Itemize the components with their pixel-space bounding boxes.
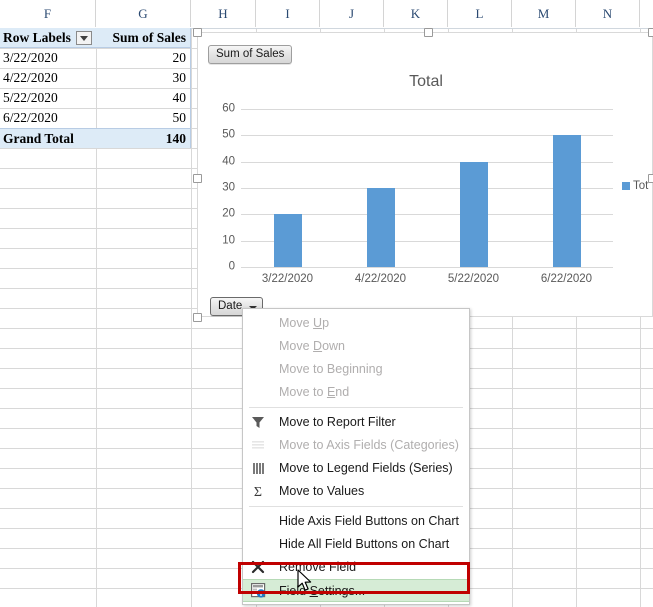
pivot-chart[interactable]: Sum of Sales Total 0 10 20 30 40 50 60 3/22/202… xyxy=(197,32,653,317)
menu-item-label: Move to Report Filter xyxy=(279,415,396,429)
column-header-j[interactable]: J xyxy=(320,0,384,27)
pivot-header-row: Row Labels Sum of Sales xyxy=(0,28,191,48)
chart-resize-handle-bottom-left[interactable] xyxy=(193,313,202,322)
x-axis-tick-label: 4/22/2020 xyxy=(354,273,407,285)
column-header-l[interactable]: L xyxy=(448,0,512,27)
chart-bar[interactable] xyxy=(459,161,488,267)
table-row[interactable]: 4/22/2020 30 xyxy=(0,68,191,88)
chart-bar[interactable] xyxy=(366,188,395,267)
column-header-m[interactable]: M xyxy=(512,0,576,27)
svg-text:Σ: Σ xyxy=(254,485,262,498)
menu-item-label: Hide Axis Field Buttons on Chart xyxy=(279,514,459,528)
y-axis-tick-label: 40 xyxy=(222,154,235,167)
field-settings-icon xyxy=(251,583,268,600)
y-axis-tick-label: 60 xyxy=(222,102,235,115)
field-button-sum-of-sales[interactable]: Sum of Sales xyxy=(208,45,293,64)
chart-resize-handle-top-center[interactable] xyxy=(424,28,433,37)
menu-item-move-to-values[interactable]: Σ Move to Values xyxy=(243,480,469,503)
menu-item-hide-all-field-buttons-on-chart[interactable]: Hide All Field Buttons on Chart xyxy=(243,533,469,556)
menu-item-label: Hide All Field Buttons on Chart xyxy=(279,537,450,551)
funnel-icon xyxy=(251,414,268,431)
filter-dropdown-icon[interactable] xyxy=(76,31,92,45)
menu-item-field-settings[interactable]: Field Settings... xyxy=(243,579,469,602)
y-axis-tick-label: 50 xyxy=(222,128,235,141)
menu-item-move-to-axis-fields-categories: Move to Axis Fields (Categories) xyxy=(243,434,469,457)
menu-item-remove-field[interactable]: Remove Field xyxy=(243,556,469,579)
y-axis-tick-label: 30 xyxy=(222,181,235,194)
legend-fields-icon xyxy=(251,460,268,477)
menu-item-label: Move to End xyxy=(279,385,350,399)
column-header-i[interactable]: I xyxy=(256,0,320,27)
table-row[interactable]: 5/22/2020 40 xyxy=(0,88,191,108)
pivot-row-value: 50 xyxy=(172,110,187,125)
chart-legend[interactable]: Tot xyxy=(622,180,648,192)
chart-resize-handle-top-left[interactable] xyxy=(193,28,202,37)
table-row[interactable]: 6/22/2020 50 xyxy=(0,108,191,128)
axis-fields-icon xyxy=(251,437,268,454)
chart-bar[interactable] xyxy=(273,214,302,267)
pivot-row-label: 6/22/2020 xyxy=(3,110,58,125)
grid-column-line xyxy=(191,28,192,607)
column-header-g[interactable]: G xyxy=(96,0,191,27)
pivot-row-value: 20 xyxy=(172,50,187,65)
pivot-row-label: 3/22/2020 xyxy=(3,50,58,65)
menu-item-hide-axis-field-buttons-on-chart[interactable]: Hide Axis Field Buttons on Chart xyxy=(243,510,469,533)
column-header-n[interactable]: N xyxy=(576,0,640,27)
y-axis-tick-label: 20 xyxy=(222,207,235,220)
menu-item-label: Remove Field xyxy=(279,560,357,574)
menu-item-label: Move Up xyxy=(279,316,330,330)
x-icon xyxy=(251,559,268,576)
menu-item-move-to-report-filter[interactable]: Move to Report Filter xyxy=(243,411,469,434)
menu-item-label: Move to Axis Fields (Categories) xyxy=(279,438,459,452)
menu-item-label: Move to Values xyxy=(279,484,365,498)
pivot-header-sum-of-sales: Sum of Sales xyxy=(112,30,186,45)
menu-item-label: Field Settings... xyxy=(279,584,366,598)
chart-gridline xyxy=(241,109,613,110)
legend-swatch-icon xyxy=(622,182,630,190)
pivot-field-context-menu[interactable]: Move Up Move Down Move to Beginning Move to… xyxy=(242,308,470,605)
chart-resize-handle-middle-right[interactable] xyxy=(648,174,653,183)
menu-separator xyxy=(249,407,463,408)
menu-item-label: Move to Beginning xyxy=(279,362,383,376)
menu-item-move-to-beginning: Move to Beginning xyxy=(243,358,469,381)
chart-gridline xyxy=(241,267,613,268)
chart-resize-handle-middle-left[interactable] xyxy=(193,174,202,183)
pivot-row-value: 30 xyxy=(172,70,187,85)
pivot-grand-total-row: Grand Total 140 xyxy=(0,128,191,148)
legend-label: Tot xyxy=(633,180,649,192)
pivot-row-value: 40 xyxy=(172,90,187,105)
field-button-date-label: Date xyxy=(218,300,243,312)
x-axis-tick-label: 5/22/2020 xyxy=(447,273,500,285)
menu-item-move-to-legend-fields-series[interactable]: Move to Legend Fields (Series) xyxy=(243,457,469,480)
column-header-f[interactable]: F xyxy=(0,0,96,27)
x-axis-tick-label: 3/22/2020 xyxy=(261,273,314,285)
column-header-k[interactable]: K xyxy=(384,0,448,27)
table-row[interactable]: 3/22/2020 20 xyxy=(0,48,191,68)
menu-item-move-to-end: Move to End xyxy=(243,381,469,404)
chart-plot-area: 0 10 20 30 40 50 60 3/22/2020 4/22/2020 5/22/2020… xyxy=(222,103,613,285)
menu-item-move-up: Move Up xyxy=(243,312,469,335)
y-axis-tick-label: 10 xyxy=(222,233,235,246)
column-header-h[interactable]: H xyxy=(191,0,256,27)
menu-separator xyxy=(249,506,463,507)
grand-total-label: Grand Total xyxy=(3,131,74,146)
menu-item-label: Move Down xyxy=(279,339,346,353)
chart-resize-handle-top-right[interactable] xyxy=(648,28,653,37)
pivot-row-label: 4/22/2020 xyxy=(3,70,58,85)
pivot-row-label: 5/22/2020 xyxy=(3,90,58,105)
menu-item-move-down: Move Down xyxy=(243,335,469,358)
menu-item-label: Move to Legend Fields (Series) xyxy=(279,461,453,475)
sigma-icon: Σ xyxy=(251,483,268,500)
grand-total-value: 140 xyxy=(165,131,186,146)
column-header-row: FGHIJKLMN xyxy=(0,0,653,29)
chart-title: Total xyxy=(409,73,443,90)
chart-bar[interactable] xyxy=(552,135,581,267)
x-axis-tick-label: 6/22/2020 xyxy=(540,273,593,285)
y-axis-tick-label: 0 xyxy=(228,260,235,273)
